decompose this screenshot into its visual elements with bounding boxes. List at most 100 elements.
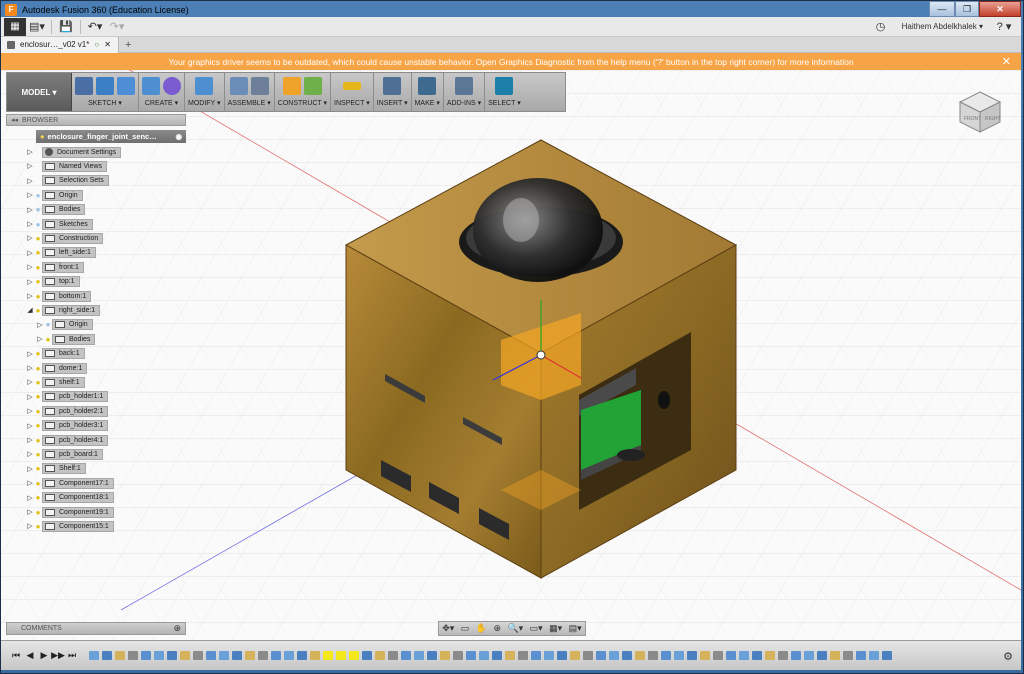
dismiss-warning-icon[interactable]: ✕ [1002, 55, 1011, 68]
browser-item[interactable]: ▷ ● left_side:1 [26, 247, 96, 259]
browser-item[interactable]: ▷ ● Shelf:1 [26, 463, 86, 475]
timeline-feature-icon[interactable] [570, 651, 580, 660]
expand-arrow-icon[interactable]: ▷ [36, 321, 44, 329]
sketch-icon[interactable] [75, 77, 93, 95]
browser-header[interactable]: ◂◂ BROWSER [6, 114, 186, 126]
browser-item[interactable]: ▷ ● back:1 [26, 348, 85, 360]
timeline-feature-icon[interactable] [193, 651, 203, 660]
browser-item[interactable]: ▷ ● top:1 [26, 276, 80, 288]
timeline-feature-icon[interactable] [544, 651, 554, 660]
expand-arrow-icon[interactable]: ▷ [26, 263, 34, 271]
collapse-panel-icon[interactable]: ◂◂ [11, 116, 18, 124]
browser-item-node[interactable]: Bodies [42, 204, 86, 216]
redo-icon[interactable]: ↷▾ [106, 18, 128, 36]
browser-item[interactable]: ▷ ● pcb_holder1:1 [26, 391, 109, 403]
insert-image-icon[interactable] [383, 77, 402, 95]
scripts-addins-icon[interactable] [455, 77, 474, 95]
browser-item[interactable]: ▷ ● Bodies [26, 204, 86, 216]
visibility-lightbulb-icon[interactable]: ● [34, 205, 42, 214]
go-to-end-icon[interactable]: ⏭ [65, 650, 79, 661]
go-to-start-icon[interactable]: ⏮ [9, 650, 23, 661]
timeline-feature-icon[interactable] [323, 651, 333, 660]
visibility-lightbulb-icon[interactable]: ● [34, 407, 42, 416]
data-panel-grid-icon[interactable]: ▦ [4, 17, 26, 36]
toolbar-group[interactable]: INSPECT ▾ [331, 73, 374, 111]
browser-item-node[interactable]: Component17:1 [42, 477, 114, 489]
rectangle-icon[interactable] [117, 77, 135, 95]
visibility-lightbulb-icon[interactable]: ● [34, 191, 42, 200]
browser-item-node[interactable]: Component15:1 [42, 520, 114, 532]
browser-item[interactable]: ▷ Document Settings [26, 146, 122, 158]
browser-item-node[interactable]: left_side:1 [42, 247, 96, 259]
timeline-feature-icon[interactable] [687, 651, 697, 660]
browser-item-node[interactable]: Construction [42, 232, 104, 244]
browser-item[interactable]: ▷ ● pcb_board:1 [26, 448, 103, 460]
toolbar-group[interactable]: CONSTRUCT ▾ [275, 73, 332, 111]
timeline-feature-icon[interactable] [362, 651, 372, 660]
browser-item[interactable]: ▷ ● Bodies [36, 333, 96, 345]
browser-item[interactable]: ▷ ● dome:1 [26, 362, 88, 374]
timeline-feature-icon[interactable] [102, 651, 112, 660]
nav-tool-icon[interactable]: 🔍▾ [507, 623, 523, 634]
timeline-feature-icon[interactable] [167, 651, 177, 660]
visibility-lightbulb-icon[interactable]: ● [34, 364, 42, 373]
browser-item-node[interactable]: front:1 [42, 261, 84, 273]
timeline-feature-icon[interactable] [271, 651, 281, 660]
expand-arrow-icon[interactable]: ▷ [26, 364, 34, 372]
toolbar-group[interactable]: SKETCH ▾ [72, 73, 139, 111]
document-tab[interactable]: enclosur…_v02 v1* ○ ✕ [1, 36, 119, 53]
visibility-lightbulb-icon[interactable]: ● [34, 248, 42, 257]
timeline-feature-icon[interactable] [765, 651, 775, 660]
assemble-menu[interactable]: ASSEMBLE ▾ [228, 99, 271, 107]
expand-arrow-icon[interactable]: ▷ [26, 378, 34, 386]
step-forward-icon[interactable]: ▶▶ [51, 650, 65, 661]
expand-arrow-icon[interactable]: ▷ [26, 479, 34, 487]
browser-item[interactable]: ▷ ● Origin [36, 319, 93, 331]
comments-panel[interactable]: COMMENTS ⊕ [6, 622, 186, 635]
timeline-feature-icon[interactable] [245, 651, 255, 660]
browser-item-node[interactable]: pcb_holder4:1 [42, 434, 109, 446]
expand-arrow-icon[interactable]: ▷ [26, 234, 34, 242]
timeline-feature-icon[interactable] [583, 651, 593, 660]
inspect-menu[interactable]: INSPECT ▾ [334, 99, 370, 107]
timeline-feature-icon[interactable] [869, 651, 879, 660]
timeline-feature-icon[interactable] [713, 651, 723, 660]
expand-arrow-icon[interactable]: ▷ [26, 350, 34, 358]
timeline-feature-icon[interactable] [752, 651, 762, 660]
expand-arrow-icon[interactable]: ▷ [26, 393, 34, 401]
expand-arrow-icon[interactable]: ▷ [26, 148, 34, 156]
insert-menu[interactable]: INSERT ▾ [377, 99, 408, 107]
timeline-feature-icon[interactable] [778, 651, 788, 660]
timeline-feature-icon[interactable] [128, 651, 138, 660]
expand-arrow-icon[interactable]: ▷ [26, 494, 34, 502]
visibility-lightbulb-icon[interactable]: ● [34, 522, 42, 531]
expand-arrow-icon[interactable]: ▷ [26, 191, 34, 199]
addins-menu[interactable]: ADD-INS ▾ [447, 99, 481, 107]
visibility-lightbulb-icon[interactable]: ● [34, 306, 42, 315]
timeline-feature-icon[interactable] [791, 651, 801, 660]
toolbar-group[interactable]: SELECT ▾ [485, 73, 524, 111]
nav-tool-icon[interactable]: ⊕ [493, 623, 501, 634]
joint-icon[interactable] [250, 77, 269, 95]
browser-item-node[interactable]: shelf:1 [42, 376, 85, 388]
visibility-lightbulb-icon[interactable]: ● [44, 320, 52, 329]
visibility-lightbulb-icon[interactable]: ● [34, 234, 42, 243]
play-icon[interactable]: ▶ [37, 650, 51, 661]
expand-arrow-icon[interactable]: ▷ [26, 249, 34, 257]
browser-item-node[interactable]: Origin [42, 189, 83, 201]
nav-tool-icon[interactable]: ✥▾ [442, 623, 454, 634]
browser-item[interactable]: ▷ ● bottom:1 [26, 290, 92, 302]
expand-arrow-icon[interactable]: ▷ [26, 522, 34, 530]
timeline-feature-icon[interactable] [739, 651, 749, 660]
visibility-lightbulb-icon[interactable]: ● [34, 277, 42, 286]
visibility-lightbulb-icon[interactable]: ● [34, 450, 42, 459]
browser-item[interactable]: ▷ ● pcb_holder4:1 [26, 434, 109, 446]
browser-item-node[interactable]: pcb_board:1 [42, 448, 103, 460]
timeline-feature-icon[interactable] [596, 651, 606, 660]
origin-point[interactable] [536, 350, 546, 360]
browser-item[interactable]: ▷ ● Component15:1 [26, 520, 114, 532]
visibility-lightbulb-icon[interactable]: ● [34, 436, 42, 445]
toolbar-group[interactable]: MODIFY ▾ [185, 73, 225, 111]
browser-item-node[interactable]: Document Settings [42, 146, 122, 158]
visibility-lightbulb-icon[interactable]: ● [34, 493, 42, 502]
